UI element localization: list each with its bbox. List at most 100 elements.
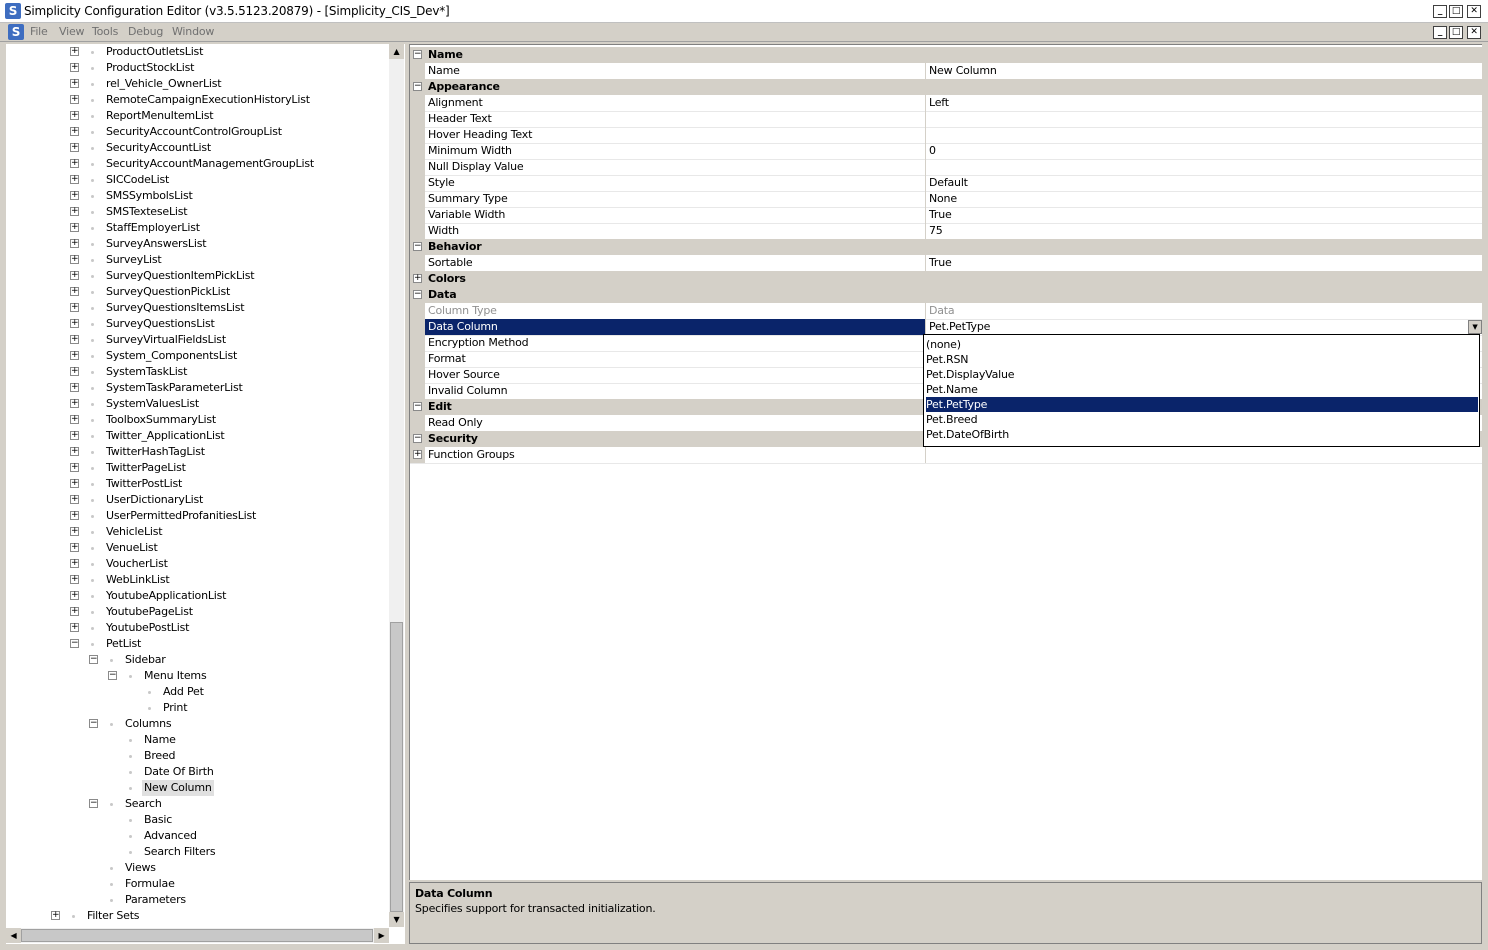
expand-icon[interactable]: + (70, 511, 79, 520)
tree-node-label[interactable]: YoutubePostList (106, 620, 189, 636)
dropdown-option-pet-displayvalue[interactable]: Pet.DisplayValue (926, 367, 1478, 382)
dropdown-arrow-icon[interactable]: ▼ (1468, 320, 1482, 334)
tree-node-label[interactable]: SurveyAnswersList (106, 236, 207, 252)
tree-node-staffemployerlist[interactable]: + StaffEmployerList (6, 220, 386, 236)
tree-node-search-filters[interactable]: Search Filters (6, 844, 386, 860)
maximize-button[interactable]: □ (1449, 5, 1463, 18)
tree-node-vehiclelist[interactable]: + VehicleList (6, 524, 386, 540)
tree-node-label[interactable]: SICCodeList (106, 172, 169, 188)
tree-node-label[interactable]: TwitterPostList (106, 476, 182, 492)
expand-icon[interactable]: + (70, 623, 79, 632)
tree-node-label[interactable]: System_ComponentsList (106, 348, 237, 364)
expand-icon[interactable]: + (70, 47, 79, 56)
category-behavior[interactable]: − Behavior (410, 239, 1483, 255)
tree-node-label[interactable]: YoutubePageList (106, 604, 193, 620)
expand-icon[interactable]: + (70, 415, 79, 424)
tree-node-systemtasklist[interactable]: + SystemTaskList (6, 364, 386, 380)
tree-node-label[interactable]: Twitter_ApplicationList (106, 428, 225, 444)
tree-node-smssymbolslist[interactable]: + SMSSymbolsList (6, 188, 386, 204)
tree-node-label[interactable]: VenueList (106, 540, 158, 556)
tree-node-venuelist[interactable]: + VenueList (6, 540, 386, 556)
tree-node-date-of-birth[interactable]: Date Of Birth (6, 764, 386, 780)
expand-icon[interactable]: + (70, 575, 79, 584)
tree-node-label[interactable]: Name (144, 732, 176, 748)
expand-icon[interactable]: + (70, 207, 79, 216)
mdi-close-button[interactable]: ✕ (1467, 26, 1481, 39)
tree-node-securityaccountmanagementgrouplist[interactable]: + SecurityAccountManagementGroupList (6, 156, 386, 172)
tree-node-label[interactable]: New Column (142, 780, 214, 796)
tree-node-systemtaskparameterlist[interactable]: + SystemTaskParameterList (6, 380, 386, 396)
expand-icon[interactable]: + (70, 479, 79, 488)
property-minimum-width[interactable]: Minimum Width 0 (410, 143, 1483, 160)
expand-icon[interactable]: + (70, 351, 79, 360)
collapse-icon[interactable]: − (89, 655, 98, 664)
tree-node-surveyquestionitempicklist[interactable]: + SurveyQuestionItemPickList (6, 268, 386, 284)
minimize-button[interactable]: _ (1433, 5, 1447, 18)
scroll-thumb[interactable] (390, 622, 403, 912)
property-column-type[interactable]: Column Type Data (410, 303, 1483, 320)
property-value[interactable]: Pet.PetType (929, 320, 990, 333)
tree-node-voucherlist[interactable]: + VoucherList (6, 556, 386, 572)
tree-node-label[interactable]: SMSSymbolsList (106, 188, 193, 204)
category-data[interactable]: − Data (410, 287, 1483, 303)
menu-window[interactable]: Window (172, 25, 214, 38)
tree-node-youtubepagelist[interactable]: + YoutubePageList (6, 604, 386, 620)
scroll-down-icon[interactable]: ▼ (389, 912, 404, 927)
expand-icon[interactable]: + (70, 303, 79, 312)
tree-node-advanced[interactable]: Advanced (6, 828, 386, 844)
mdi-restore-button[interactable]: □ (1449, 26, 1463, 39)
property-alignment[interactable]: Alignment Left (410, 95, 1483, 112)
property-name[interactable]: Name New Column (410, 63, 1483, 80)
tree-node-reportmenuitemlist[interactable]: + ReportMenuItemList (6, 108, 386, 124)
expand-icon[interactable]: + (70, 543, 79, 552)
property-hover-heading-text[interactable]: Hover Heading Text (410, 127, 1483, 144)
property-value[interactable]: None (929, 192, 957, 205)
tree-node-sidebar[interactable]: − Sidebar (6, 652, 386, 668)
tree-node-label[interactable]: Views (125, 860, 156, 876)
expand-icon[interactable]: + (70, 335, 79, 344)
expand-icon[interactable]: + (70, 383, 79, 392)
menu-debug[interactable]: Debug (128, 25, 163, 38)
column-separator[interactable] (925, 303, 926, 319)
column-separator[interactable] (925, 191, 926, 207)
expand-icon[interactable]: + (70, 223, 79, 232)
tree-node-label[interactable]: Breed (144, 748, 176, 764)
tree-node-twitterpagelist[interactable]: + TwitterPageList (6, 460, 386, 476)
expand-icon[interactable]: + (70, 559, 79, 568)
tree-node-label[interactable]: TwitterHashTagList (106, 444, 205, 460)
expand-icon[interactable]: + (70, 191, 79, 200)
menu-view[interactable]: View (59, 25, 85, 38)
collapse-icon[interactable]: − (413, 402, 422, 411)
tree-node-label[interactable]: Search Filters (144, 844, 216, 860)
tree-node-label[interactable]: UserPermittedProfanitiesList (106, 508, 256, 524)
dropdown-option-none[interactable]: (none) (926, 337, 1478, 352)
expand-icon[interactable]: + (70, 591, 79, 600)
tree-node-label[interactable]: SystemTaskParameterList (106, 380, 243, 396)
scroll-right-icon[interactable]: ▶ (374, 928, 389, 943)
expand-icon[interactable]: + (70, 239, 79, 248)
column-separator[interactable] (925, 159, 926, 175)
tree-node-breed[interactable]: Breed (6, 748, 386, 764)
property-value[interactable]: 0 (929, 144, 936, 157)
tree-node-label[interactable]: Formulae (125, 876, 175, 892)
dropdown-option-pet-rsn[interactable]: Pet.RSN (926, 352, 1478, 367)
tree-node-twitter-applicationlist[interactable]: + Twitter_ApplicationList (6, 428, 386, 444)
tree-node-label[interactable]: SurveyVirtualFieldsList (106, 332, 226, 348)
tree-node-label[interactable]: ProductOutletsList (106, 44, 203, 60)
tree-node-smstexteselist[interactable]: + SMSTexteseList (6, 204, 386, 220)
tree-node-system-componentslist[interactable]: + System_ComponentsList (6, 348, 386, 364)
tree-node-label[interactable]: SystemTaskList (106, 364, 187, 380)
tree-node-label[interactable]: SurveyQuestionItemPickList (106, 268, 255, 284)
tree-node-weblinklist[interactable]: + WebLinkList (6, 572, 386, 588)
tree-node-label[interactable]: RemoteCampaignExecutionHistoryList (106, 92, 310, 108)
expand-icon[interactable]: + (70, 287, 79, 296)
property-value[interactable]: True (929, 208, 952, 221)
tree-node-parameters[interactable]: Parameters (6, 892, 386, 908)
expand-icon[interactable]: + (413, 274, 422, 283)
tree-node-label[interactable]: WebLinkList (106, 572, 170, 588)
expand-icon[interactable]: + (70, 319, 79, 328)
tree-node-filter-sets[interactable]: + Filter Sets (6, 908, 386, 924)
expand-icon[interactable]: + (70, 159, 79, 168)
property-value[interactable]: New Column (929, 64, 997, 77)
tree-node-basic[interactable]: Basic (6, 812, 386, 828)
